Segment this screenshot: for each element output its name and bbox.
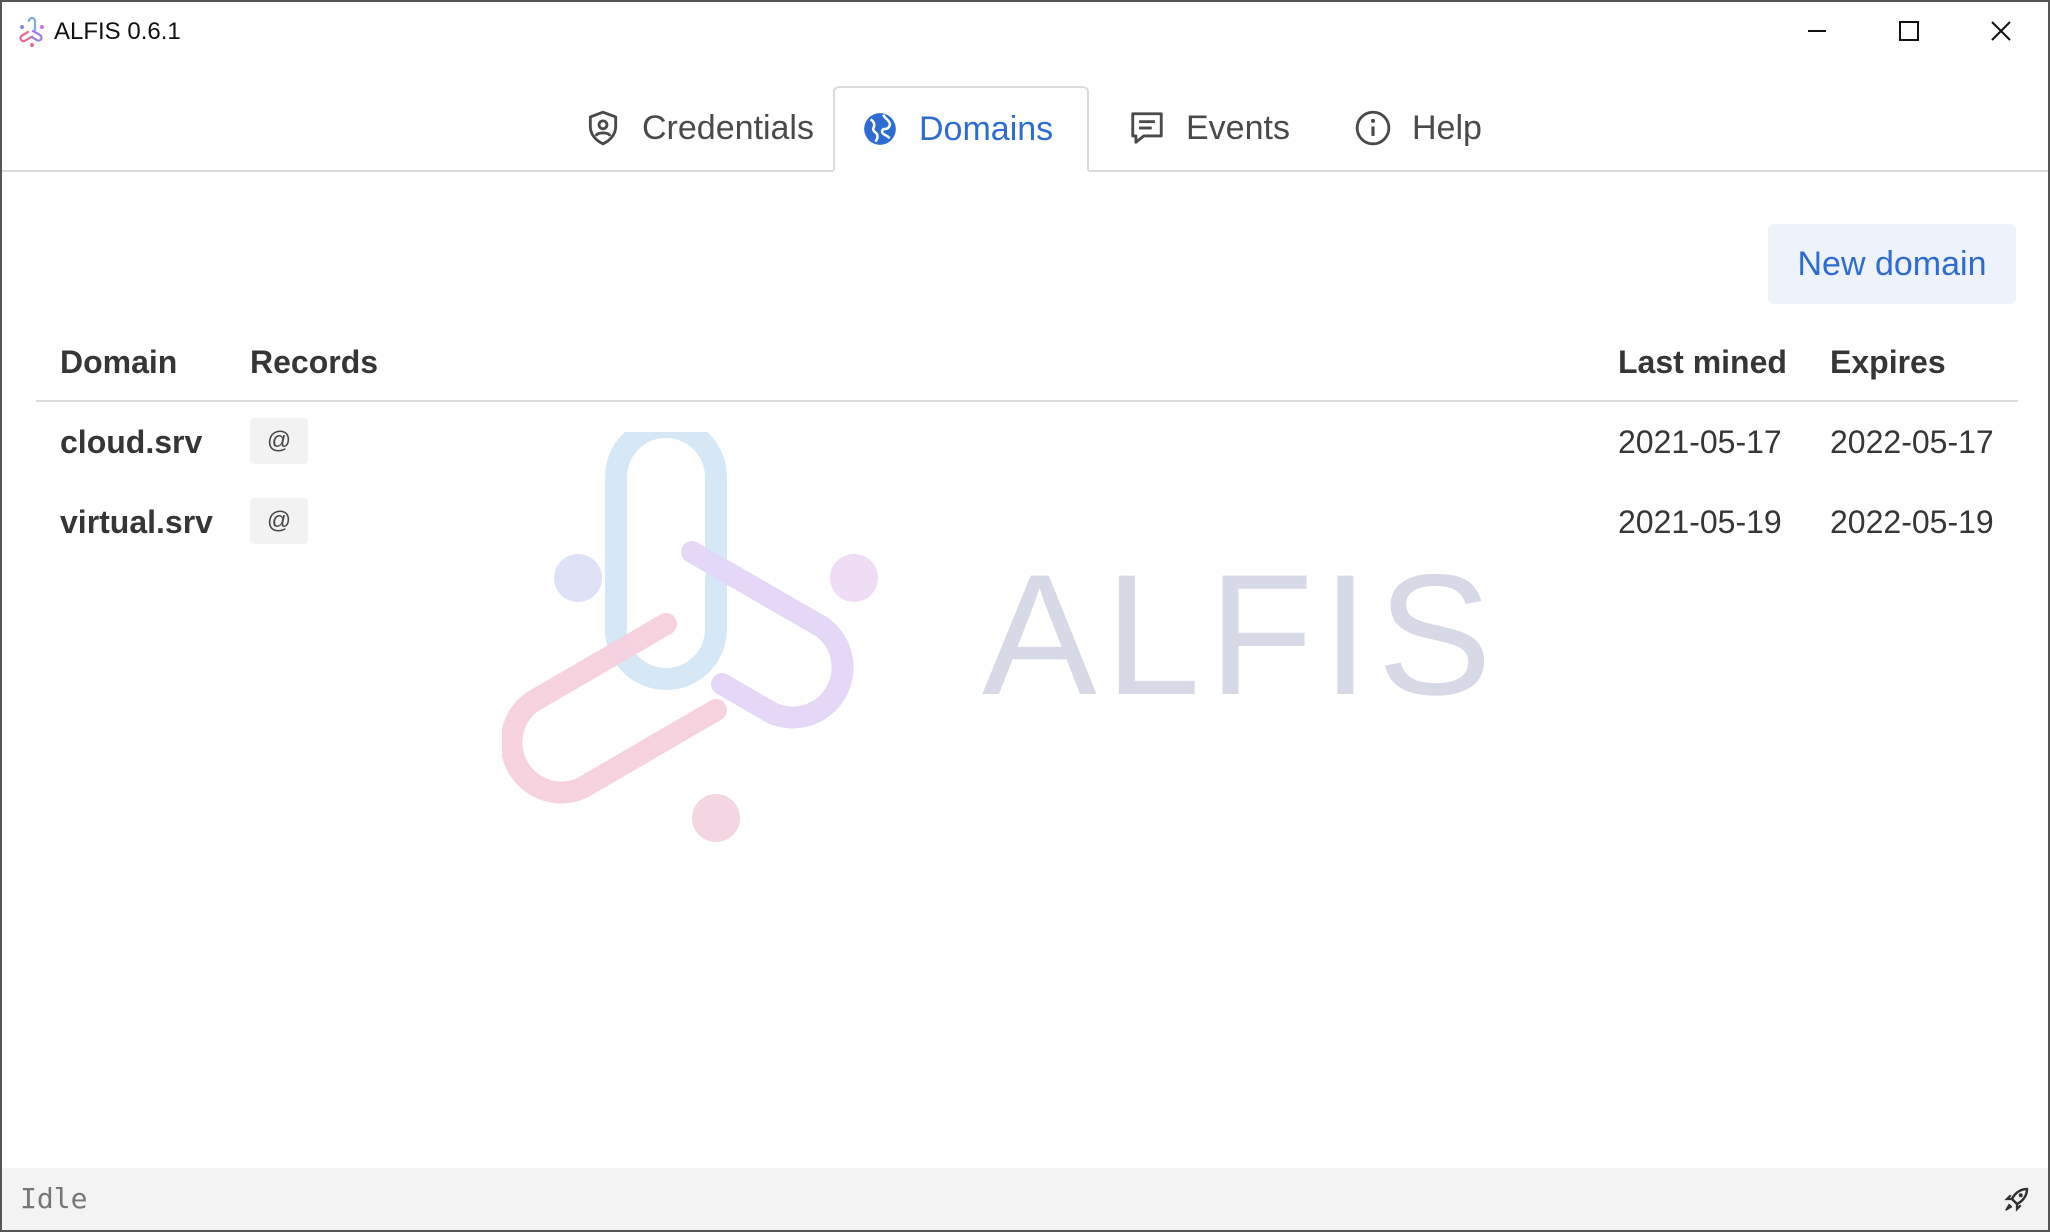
title-bar[interactable]: ALFIS 0.6.1 [2,2,2048,60]
status-bar: Idle [2,1168,2048,1230]
tab-credentials[interactable]: Credentials [558,86,834,170]
tab-events-label: Events [1186,108,1290,147]
tab-domains-label: Domains [919,109,1054,148]
tab-help[interactable]: Help [1328,86,1508,170]
table-header: Domain Records Last mined Expires [36,334,2018,402]
rocket-icon[interactable] [2002,1184,2032,1214]
app-window: ALFIS 0.6.1 Credentials Domains Events H… [0,0,2050,1232]
maximize-icon [1899,21,1919,41]
table-row[interactable]: virtual.srv @ 2021-05-19 2022-05-19 [36,484,2018,564]
globe-icon [864,113,896,145]
column-header-domain: Domain [60,344,178,380]
maximize-button[interactable] [1864,2,1954,60]
last-mined-date: 2021-05-17 [1618,424,1782,460]
status-text: Idle [20,1182,88,1215]
message-icon [1131,112,1163,144]
domain-name[interactable]: virtual.srv [60,504,213,541]
tab-domains[interactable]: Domains [833,86,1089,172]
window-title: ALFIS 0.6.1 [54,18,181,45]
domains-table: Domain Records Last mined Expires cloud.… [36,334,2018,564]
tab-events[interactable]: Events [1102,86,1312,170]
minimize-button[interactable] [1772,2,1862,60]
close-button[interactable] [1956,2,2046,60]
info-icon [1355,110,1391,146]
tab-credentials-label: Credentials [642,108,814,147]
minimize-icon [1808,30,1826,32]
tab-bar: Credentials Domains Events Help [2,86,2048,172]
close-icon [1991,21,2011,41]
new-domain-button[interactable]: New domain [1768,224,2016,304]
domain-name[interactable]: cloud.srv [60,424,202,461]
expires-date: 2022-05-19 [1830,504,1994,540]
record-tag[interactable]: @ [250,418,308,464]
expires-date: 2022-05-17 [1830,424,1994,460]
column-header-records: Records [250,344,379,380]
last-mined-date: 2021-05-19 [1618,504,1782,540]
shield-user-icon [588,110,618,146]
record-tag[interactable]: @ [250,498,308,544]
column-header-expires: Expires [1830,344,1946,380]
watermark-text: ALFIS [982,539,1500,731]
alfis-logo-icon [19,16,44,47]
table-row[interactable]: cloud.srv @ 2021-05-17 2022-05-17 [36,404,2018,484]
tab-help-label: Help [1412,108,1482,147]
column-header-last-mined: Last mined [1618,344,1787,380]
